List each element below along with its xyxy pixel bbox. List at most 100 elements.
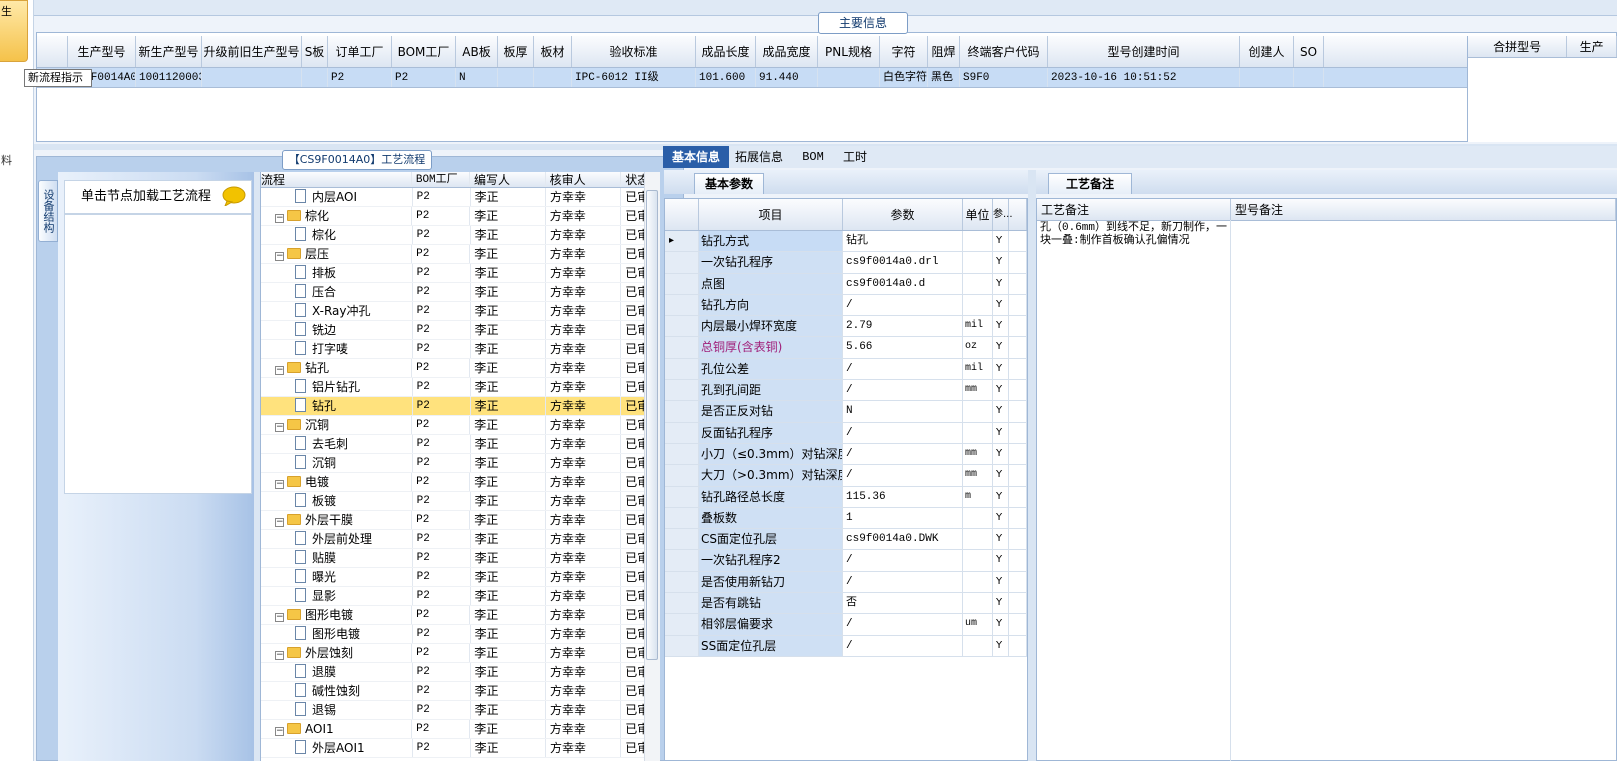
process-note-text[interactable]: 孔（0.6mm）到线不足，新刀制作，一块一叠:制作首板确认孔偏情况 <box>1040 222 1230 248</box>
row-indicator[interactable] <box>665 294 699 316</box>
collapse-icon[interactable]: − <box>275 651 284 660</box>
tree-row[interactable]: 曝光 P2 李正 方幸幸 已审核 <box>261 568 660 587</box>
collapse-icon[interactable]: − <box>275 613 284 622</box>
param-row[interactable]: ▸ 钻孔方式 钻孔 Y <box>665 231 1027 253</box>
tree-node[interactable]: 打字唛 <box>261 340 413 358</box>
tree-node[interactable]: 图形电镀 <box>261 625 413 643</box>
main-info-col-header[interactable]: 创建人 <box>1240 36 1294 67</box>
param-row[interactable]: 一次钻孔程序2/ Y <box>665 550 1027 572</box>
row-indicator[interactable] <box>665 614 699 635</box>
tree-row[interactable]: 棕化 P2 李正 方幸幸 已审核 <box>261 226 660 245</box>
main-info-cell[interactable] <box>498 68 534 87</box>
row-indicator[interactable] <box>665 486 699 507</box>
param-value[interactable]: cs9f0014a0.d <box>843 273 963 294</box>
tab-basic-info[interactable]: 基本信息 <box>663 146 729 168</box>
main-info-cell[interactable]: P2 <box>392 68 456 87</box>
process-notes-tab[interactable]: 工艺备注 <box>1048 173 1132 194</box>
param-row[interactable]: 是否正反对钻 N Y <box>665 401 1027 423</box>
tree-row[interactable]: X-Ray冲孔 P2 李正 方幸幸 已审核 <box>261 302 660 321</box>
tree-node[interactable]: 外层前处理 <box>261 530 413 548</box>
col-header-process-note[interactable]: 工艺备注 <box>1037 199 1231 220</box>
main-info-cell[interactable]: 101.600 <box>696 68 756 87</box>
main-info-col-header[interactable]: AB板 <box>456 36 498 67</box>
row-indicator[interactable] <box>665 550 699 571</box>
param-value[interactable]: / <box>843 294 963 316</box>
tree-node[interactable]: − 沉铜 <box>261 416 413 434</box>
tree-node[interactable]: X-Ray冲孔 <box>261 302 413 320</box>
tree-row[interactable]: − 电镀 P2 李正 方幸幸 已审核 <box>261 473 660 492</box>
tree-row[interactable]: 贴膜 P2 李正 方幸幸 已审核 <box>261 549 660 568</box>
param-row[interactable]: 叠板数 1 Y <box>665 507 1027 530</box>
main-info-col-header[interactable]: 订单工厂 <box>328 36 392 67</box>
tree-row[interactable]: 图形电镀 P2 李正 方幸幸 已审核 <box>261 625 660 644</box>
row-indicator[interactable] <box>665 443 699 465</box>
param-value[interactable]: 1 <box>843 507 963 529</box>
param-row[interactable]: 一次钻孔程序 cs9f0014a0.drl Y <box>665 252 1027 274</box>
tab-work-hours[interactable]: 工时 <box>835 146 875 168</box>
param-value[interactable]: / <box>843 550 963 571</box>
main-info-cell[interactable]: S9F0 <box>960 68 1048 87</box>
tree-node[interactable]: 显影 <box>261 587 413 605</box>
tree-node[interactable]: − 电镀 <box>261 473 413 491</box>
basic-params-tab[interactable]: 基本参数 <box>694 173 764 194</box>
row-indicator[interactable] <box>665 422 699 443</box>
param-row[interactable]: 孔位公差 / mil Y <box>665 358 1027 381</box>
tree-node[interactable]: 沉铜 <box>261 454 413 472</box>
tree-node[interactable]: 铝片钻孔 <box>261 378 413 396</box>
tree-row[interactable]: 铝片钻孔 P2 李正 方幸幸 已审核 <box>261 378 660 397</box>
tree-node[interactable]: − 图形电镀 <box>261 606 413 624</box>
tree-row[interactable]: − 外层干膜 P2 李正 方幸幸 已审核 <box>261 511 660 530</box>
row-indicator[interactable] <box>665 529 699 550</box>
row-indicator[interactable] <box>665 316 699 337</box>
param-row[interactable]: 总铜厚(含表铜) 5.66 oz Y <box>665 337 1027 359</box>
merge-col-header[interactable]: 生产 <box>1567 36 1617 57</box>
main-info-cell[interactable]: P2 <box>328 68 392 87</box>
main-info-col-header[interactable]: 生产型号 <box>68 36 136 67</box>
main-info-col-header[interactable]: 阻焊 <box>928 36 960 67</box>
tree-row[interactable]: 去毛刺 P2 李正 方幸幸 已审核 <box>261 435 660 454</box>
col-header-unit[interactable]: 单位 <box>963 199 993 230</box>
param-row[interactable]: 是否使用新钻刀 / Y <box>665 571 1027 594</box>
row-indicator[interactable] <box>665 635 699 656</box>
main-info-col-header[interactable]: 板厚 <box>498 36 534 67</box>
tree-node[interactable]: 退锡 <box>261 701 413 719</box>
tree-node[interactable]: 排板 <box>261 264 413 282</box>
tree-node[interactable]: 棕化 <box>261 226 413 244</box>
tree-row[interactable]: 沉铜 P2 李正 方幸幸 已审核 <box>261 454 660 473</box>
collapse-icon[interactable]: − <box>275 518 284 527</box>
param-value[interactable]: / <box>843 465 963 486</box>
main-info-cell[interactable] <box>1240 68 1294 87</box>
param-row[interactable]: 是否有跳钻否 Y <box>665 593 1027 615</box>
main-info-col-header[interactable]: 升级前旧生产型号 <box>202 36 302 67</box>
tree-node[interactable]: 退膜 <box>261 663 413 681</box>
row-indicator[interactable] <box>665 571 699 593</box>
collapse-icon[interactable]: − <box>275 214 284 223</box>
main-info-cell[interactable] <box>818 68 880 87</box>
param-value[interactable]: / <box>843 358 963 380</box>
tree-node[interactable]: 钻孔 <box>261 397 413 415</box>
param-row[interactable]: 孔到孔间距 / mm Y <box>665 380 1027 402</box>
tree-row[interactable]: 压合 P2 李正 方幸幸 已审核 <box>261 283 660 302</box>
tree-row[interactable]: − 钻孔 P2 李正 方幸幸 已审核 <box>261 359 660 378</box>
main-info-col-header[interactable]: 板材 <box>534 36 572 67</box>
param-value[interactable]: / <box>843 635 963 656</box>
tree-node[interactable]: 贴膜 <box>261 549 413 567</box>
tab-bom[interactable]: BOM <box>793 146 833 168</box>
tree-row[interactable]: − 图形电镀 P2 李正 方幸幸 已审核 <box>261 606 660 625</box>
param-value[interactable]: 115.36 <box>843 486 963 507</box>
tree-row[interactable]: 显影 P2 李正 方幸幸 已审核 <box>261 587 660 606</box>
main-info-cell[interactable]: 黑色 <box>928 68 960 87</box>
tree-row[interactable]: 排板 P2 李正 方幸幸 已审核 <box>261 264 660 283</box>
tree-row[interactable]: − 沉铜 P2 李正 方幸幸 已审核 <box>261 416 660 435</box>
collapse-icon[interactable]: − <box>275 727 284 736</box>
tree-row[interactable]: − 外层蚀刻 P2 李正 方幸幸 已审核 <box>261 644 660 663</box>
main-info-cell[interactable] <box>302 68 328 87</box>
tree-node[interactable]: − 层压 <box>261 245 413 263</box>
row-indicator[interactable] <box>665 401 699 422</box>
tree-row[interactable]: − 棕化 P2 李正 方幸幸 已审核 <box>261 207 660 226</box>
tree-scroll-thumb[interactable] <box>646 190 658 660</box>
main-info-col-header[interactable]: S板 <box>302 36 328 67</box>
tree-row[interactable]: − AOI1 P2 李正 方幸幸 已审核 <box>261 720 660 739</box>
main-info-row[interactable]: CS9F0014A010011200031757P2P2NIPC-6012 II… <box>37 68 1467 88</box>
main-info-col-header[interactable]: 新生产型号 <box>136 36 202 67</box>
